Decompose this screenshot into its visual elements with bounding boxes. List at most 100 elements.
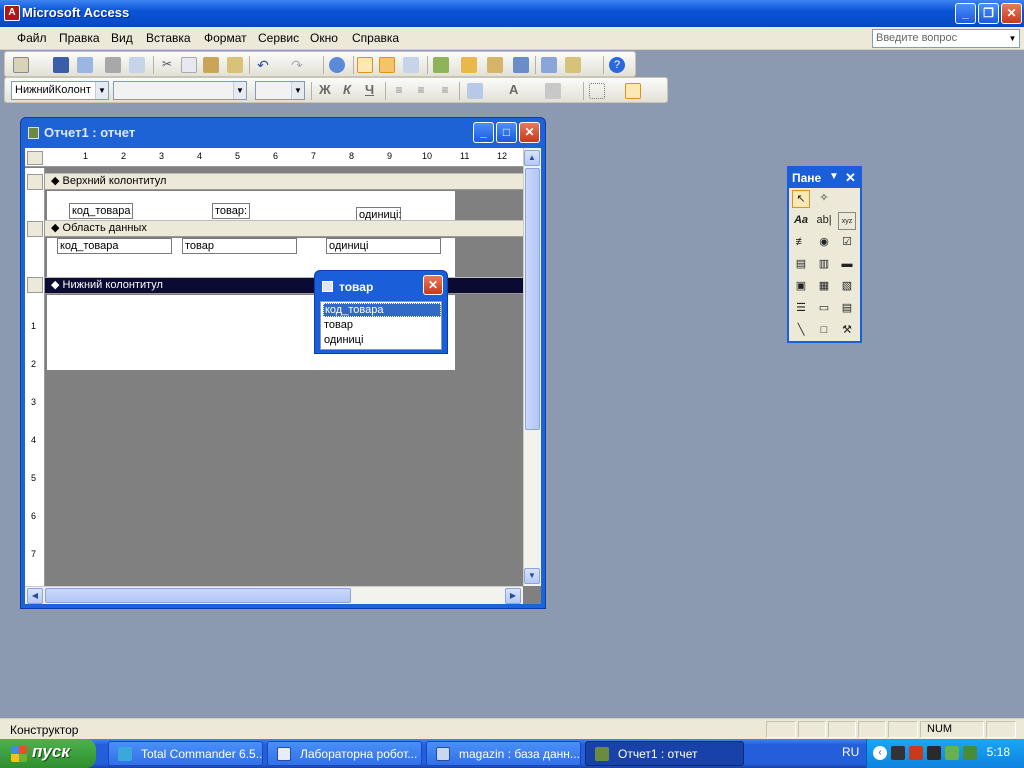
option-group-tool-icon[interactable]: xyz xyxy=(838,212,856,230)
properties-icon[interactable] xyxy=(487,57,503,73)
menu-view[interactable]: Вид xyxy=(111,31,133,45)
menu-file[interactable]: Файл xyxy=(17,31,47,45)
italic-button[interactable]: К xyxy=(343,82,351,97)
report-maximize-button[interactable]: □ xyxy=(496,122,517,143)
detail-field-code[interactable]: код_товара xyxy=(57,238,172,254)
access-app-icon[interactable]: A xyxy=(4,5,20,21)
sorting-grouping-icon[interactable] xyxy=(403,57,419,73)
undo-icon[interactable]: ↶ xyxy=(255,57,271,73)
tray-app-icon[interactable] xyxy=(963,746,977,760)
page-header-area[interactable]: код_товара товар: одиниці: xyxy=(47,191,455,223)
menu-insert[interactable]: Вставка xyxy=(146,31,191,45)
close-button[interactable]: ✕ xyxy=(1001,3,1022,24)
restore-button[interactable]: ❐ xyxy=(978,3,999,24)
cut-icon[interactable]: ✂ xyxy=(159,57,175,73)
command-button-tool-icon[interactable]: ▬ xyxy=(838,256,856,274)
tray-expand-icon[interactable]: ‹ xyxy=(873,746,887,760)
redo-icon[interactable]: ↷ xyxy=(289,57,305,73)
print-preview-icon[interactable] xyxy=(129,57,145,73)
minimize-button[interactable]: _ xyxy=(955,3,976,24)
fill-color-icon[interactable] xyxy=(467,83,483,99)
page-footer-selector[interactable] xyxy=(27,277,43,293)
page-header-band[interactable]: ◆ Верхний колонтитул xyxy=(45,173,523,190)
report-window-titlebar[interactable]: Отчет1 : отчет _ □ ✕ xyxy=(23,121,543,145)
header-label-code[interactable]: код_товара xyxy=(69,203,134,219)
detail-band[interactable]: ◆ Область данных xyxy=(45,220,523,237)
tray-app-icon[interactable] xyxy=(927,746,941,760)
save-icon[interactable] xyxy=(53,57,69,73)
tray-app-icon[interactable] xyxy=(909,746,923,760)
chevron-down-icon[interactable]: ▼ xyxy=(829,171,839,182)
new-object-icon[interactable] xyxy=(565,57,581,73)
search-icon[interactable] xyxy=(77,57,93,73)
field-list-icon[interactable] xyxy=(357,57,373,73)
align-center-icon[interactable]: ≡ xyxy=(413,83,429,99)
toggle-button-tool-icon[interactable]: ≢ xyxy=(792,234,810,252)
option-button-tool-icon[interactable]: ◉ xyxy=(815,234,833,252)
line-tool-icon[interactable]: ╲ xyxy=(792,322,810,340)
vertical-scrollbar[interactable]: ▲ ▼ xyxy=(523,148,541,586)
font-combo[interactable]: ▼ xyxy=(113,81,247,100)
subreport-tool-icon[interactable]: ▤ xyxy=(838,300,856,318)
scroll-right-icon[interactable]: ▶ xyxy=(505,588,521,604)
select-objects-tool-icon[interactable]: ↖ xyxy=(792,190,810,208)
chevron-down-icon[interactable]: ▼ xyxy=(95,82,108,99)
language-indicator[interactable]: RU xyxy=(842,745,859,759)
database-window-icon[interactable] xyxy=(541,57,557,73)
detail-field-units[interactable]: одиниці xyxy=(326,238,441,254)
more-controls-tool-icon[interactable]: ⚒ xyxy=(838,322,856,340)
menu-edit[interactable]: Правка xyxy=(59,31,100,45)
build-icon[interactable] xyxy=(513,57,529,73)
label-tool-icon[interactable]: Aa xyxy=(792,212,810,230)
control-wizards-tool-icon[interactable]: ✧ xyxy=(815,190,833,208)
unbound-object-tool-icon[interactable]: ▦ xyxy=(815,278,833,296)
print-icon[interactable] xyxy=(105,57,121,73)
combo-box-tool-icon[interactable]: ▤ xyxy=(792,256,810,274)
help-search-input[interactable]: Введите вопрос ▼ xyxy=(872,29,1020,48)
menu-window[interactable]: Окно xyxy=(310,31,338,45)
chevron-down-icon[interactable]: ▼ xyxy=(1006,30,1019,47)
tray-app-icon[interactable] xyxy=(945,746,959,760)
tab-control-tool-icon[interactable]: ▭ xyxy=(815,300,833,318)
scroll-up-icon[interactable]: ▲ xyxy=(524,150,540,166)
field-list-item[interactable]: одиниці xyxy=(323,334,441,346)
bold-button[interactable]: Ж xyxy=(319,82,331,97)
toolbox-icon[interactable] xyxy=(379,57,395,73)
page-header-selector[interactable] xyxy=(27,174,43,190)
report-minimize-button[interactable]: _ xyxy=(473,122,494,143)
horizontal-scroll-thumb[interactable] xyxy=(45,588,351,603)
rectangle-tool-icon[interactable]: □ xyxy=(815,322,833,340)
code-icon[interactable] xyxy=(461,57,477,73)
report-close-button[interactable]: ✕ xyxy=(519,122,540,143)
textbox-tool-icon[interactable]: ab| xyxy=(815,212,833,230)
report-selector[interactable] xyxy=(27,151,43,165)
bound-object-tool-icon[interactable]: ▧ xyxy=(838,278,856,296)
menu-format[interactable]: Формат xyxy=(204,31,247,45)
underline-button[interactable]: Ч xyxy=(365,82,374,97)
format-painter-icon[interactable] xyxy=(227,57,243,73)
header-label-product[interactable]: товар: xyxy=(212,203,251,219)
align-right-icon[interactable]: ≡ xyxy=(437,83,453,99)
image-tool-icon[interactable]: ▣ xyxy=(792,278,810,296)
start-button[interactable]: пуск xyxy=(0,739,96,768)
tray-app-icon[interactable] xyxy=(891,746,905,760)
toolbox-titlebar[interactable]: Пане ▼ ✕ xyxy=(789,168,860,188)
close-icon[interactable]: ✕ xyxy=(845,170,856,186)
chevron-down-icon[interactable]: ▼ xyxy=(291,82,304,99)
task-total-commander[interactable]: Total Commander 6.5... xyxy=(108,741,263,766)
align-left-icon[interactable]: ≡ xyxy=(391,83,407,99)
task-database[interactable]: magazin : база данн... xyxy=(426,741,581,766)
line-width-icon[interactable] xyxy=(589,83,605,99)
object-combo[interactable]: НижнийКолонт ▼ xyxy=(11,81,109,100)
font-color-button[interactable]: A xyxy=(509,82,518,97)
checkbox-tool-icon[interactable]: ☑ xyxy=(838,234,856,252)
field-list-item[interactable]: код_товара xyxy=(323,303,441,317)
paste-icon[interactable] xyxy=(203,57,219,73)
field-list-item[interactable]: товар xyxy=(323,319,441,331)
autoformat-icon[interactable] xyxy=(433,57,449,73)
hyperlink-icon[interactable] xyxy=(329,57,345,73)
detail-selector[interactable] xyxy=(27,221,43,237)
horizontal-scrollbar[interactable]: ◀ ▶ xyxy=(25,586,523,604)
menu-tools[interactable]: Сервис xyxy=(258,31,299,45)
page-break-tool-icon[interactable]: ☰ xyxy=(792,300,810,318)
